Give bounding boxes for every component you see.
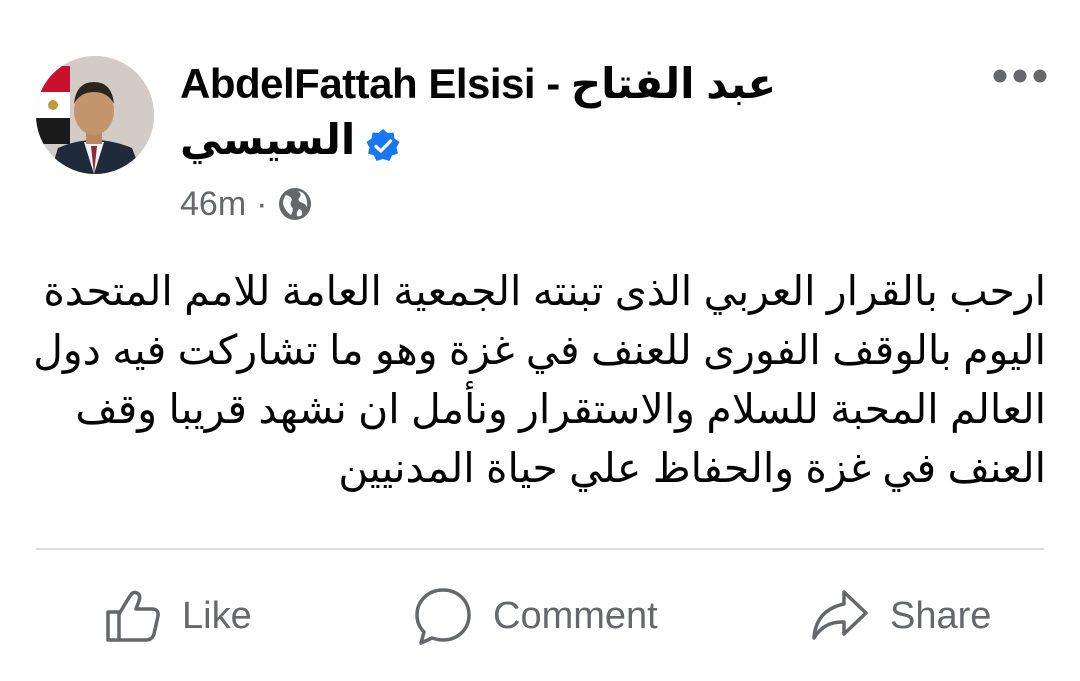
post-meta: 46m · xyxy=(180,182,313,226)
like-button[interactable]: Like xyxy=(104,585,252,647)
author-name[interactable]: AbdelFattah Elsisi - عبد الفتاح xyxy=(180,56,900,112)
verified-badge-icon xyxy=(365,122,401,161)
comment-button[interactable]: Comment xyxy=(413,585,658,647)
share-label: Share xyxy=(890,594,992,637)
share-arrow-icon xyxy=(812,590,868,640)
author-avatar[interactable] xyxy=(36,56,154,174)
more-options-button[interactable] xyxy=(988,58,1052,94)
comment-bubble-icon xyxy=(415,588,471,645)
like-label: Like xyxy=(182,594,252,637)
author-name-arabic[interactable]: السيسي xyxy=(180,112,355,168)
author-name-continued[interactable]: السيسي xyxy=(180,112,401,168)
globe-icon[interactable] xyxy=(277,186,313,222)
comment-label: Comment xyxy=(493,594,658,637)
actions-divider xyxy=(36,548,1044,550)
post-timestamp[interactable]: 46m xyxy=(180,185,246,224)
more-options-icon xyxy=(993,69,1047,83)
meta-separator: · xyxy=(256,184,268,223)
avatar-image xyxy=(36,56,154,174)
thumbs-up-icon xyxy=(106,590,160,642)
post-text: ارحب بالقرار العربي الذى تبنته الجمعية ا… xyxy=(33,268,1046,491)
share-button[interactable]: Share xyxy=(810,585,991,647)
